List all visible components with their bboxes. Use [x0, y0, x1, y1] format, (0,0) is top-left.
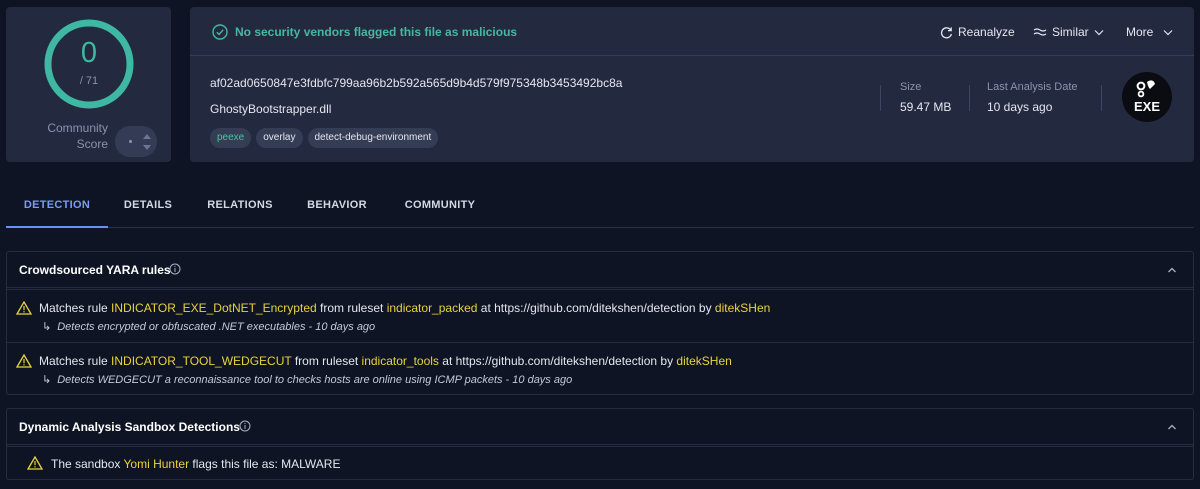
author-link[interactable]: ditekSHen	[676, 354, 731, 368]
yara-rules-section: Crowdsourced YARA rules Matches rule IND…	[6, 251, 1194, 395]
ruleset-link[interactable]: indicator_packed	[387, 301, 478, 315]
meta-divider	[969, 85, 970, 111]
more-label: More	[1126, 25, 1154, 39]
warning-icon	[27, 456, 43, 470]
rule-name-link[interactable]: INDICATOR_TOOL_WEDGECUT	[111, 354, 291, 368]
yara-match-row: Matches rule INDICATOR_TOOL_WEDGECUT fro…	[7, 342, 1193, 395]
similar-label: Similar	[1052, 25, 1089, 39]
section-title: Crowdsourced YARA rules	[19, 263, 171, 277]
tag-overlay[interactable]: overlay	[256, 128, 303, 148]
similar-icon	[1033, 28, 1047, 36]
last-analysis-value: 10 days ago	[987, 100, 1053, 114]
warning-icon	[16, 301, 32, 315]
meta-divider	[1101, 85, 1102, 111]
size-value: 59.47 MB	[900, 100, 952, 114]
file-type-label: EXE	[1133, 99, 1160, 114]
status-message: No security vendors flagged this file as…	[235, 25, 518, 39]
community-vote-widget[interactable]	[115, 126, 157, 157]
community-score-card: 0 / 71 Community Score	[6, 7, 171, 162]
rule-description: ↳ Detects WEDGECUT a reconnaissance tool …	[42, 374, 573, 386]
chevron-down-icon	[1094, 29, 1104, 35]
detection-total: / 71	[79, 75, 99, 87]
author-link[interactable]: ditekSHen	[715, 301, 770, 315]
summary-status-bar: No security vendors flagged this file as…	[190, 7, 1194, 56]
detection-score: 0	[80, 37, 98, 69]
ruleset-link[interactable]: indicator_tools	[362, 354, 439, 368]
reanalyze-label: Reanalyze	[958, 25, 1015, 39]
vote-down-icon[interactable]	[143, 145, 151, 150]
community-score-label: Community Score	[47, 121, 108, 151]
sandbox-detection-row: The sandbox Yomi Hunter flags this file …	[7, 446, 1193, 479]
similar-button[interactable]: Similar	[1033, 25, 1104, 39]
size-label: Size	[900, 81, 922, 93]
warning-icon	[16, 354, 32, 368]
file-hash[interactable]: af02ad0650847e3fdbfc799aa96b2b592a565d9b…	[210, 76, 622, 90]
refresh-icon	[940, 26, 953, 38]
exe-file-icon: EXE	[1122, 72, 1172, 122]
tag-detect-debug-environment[interactable]: detect-debug-environment	[307, 128, 439, 148]
tab-community[interactable]: COMMUNITY	[396, 186, 484, 228]
sandbox-detection-text: The sandbox Yomi Hunter flags this file …	[51, 457, 341, 471]
chevron-down-icon	[1163, 29, 1173, 35]
info-icon[interactable]	[169, 263, 181, 275]
more-button[interactable]: More	[1126, 25, 1173, 39]
rule-match-text: Matches rule INDICATOR_EXE_DotNET_Encryp…	[39, 301, 771, 315]
sub-arrow-icon: ↳	[42, 321, 52, 333]
yara-section-header[interactable]: Crowdsourced YARA rules	[7, 252, 1193, 288]
rule-match-text: Matches rule INDICATOR_TOOL_WEDGECUT fro…	[39, 354, 732, 368]
chevron-up-icon[interactable]	[1167, 266, 1177, 274]
rule-name-link[interactable]: INDICATOR_EXE_DotNET_Encrypted	[111, 301, 317, 315]
rule-description: ↳ Detects encrypted or obfuscated .NET ex…	[42, 321, 376, 333]
vote-dot	[129, 140, 132, 143]
file-summary-card: No security vendors flagged this file as…	[190, 7, 1194, 162]
analysis-tabs: DETECTION DETAILS RELATIONS BEHAVIOR COM…	[6, 186, 1194, 228]
tab-details[interactable]: DETAILS	[118, 186, 178, 228]
reanalyze-button[interactable]: Reanalyze	[940, 25, 1015, 39]
vote-up-icon[interactable]	[143, 134, 151, 139]
sandbox-section-header[interactable]: Dynamic Analysis Sandbox Detections	[7, 409, 1193, 445]
sub-arrow-icon: ↳	[42, 374, 52, 386]
tag-peexe[interactable]: peexe	[210, 128, 252, 148]
meta-divider	[880, 85, 881, 111]
sandbox-detections-section: Dynamic Analysis Sandbox Detections The …	[6, 408, 1194, 480]
check-circle-icon	[212, 24, 228, 40]
file-tags: peexe overlay detect-debug-environment	[210, 128, 439, 148]
section-title: Dynamic Analysis Sandbox Detections	[19, 420, 240, 434]
tab-behavior[interactable]: BEHAVIOR	[302, 186, 372, 228]
file-name: GhostyBootstrapper.dll	[210, 102, 332, 116]
tab-relations[interactable]: RELATIONS	[202, 186, 278, 228]
sandbox-name-link[interactable]: Yomi Hunter	[124, 457, 190, 471]
chevron-up-icon[interactable]	[1167, 423, 1177, 431]
tab-detection[interactable]: DETECTION	[6, 186, 108, 228]
last-analysis-label: Last Analysis Date	[987, 81, 1078, 93]
gear-graphic	[1136, 80, 1155, 98]
info-icon[interactable]	[239, 420, 251, 432]
yara-match-row: Matches rule INDICATOR_EXE_DotNET_Encryp…	[7, 289, 1193, 342]
